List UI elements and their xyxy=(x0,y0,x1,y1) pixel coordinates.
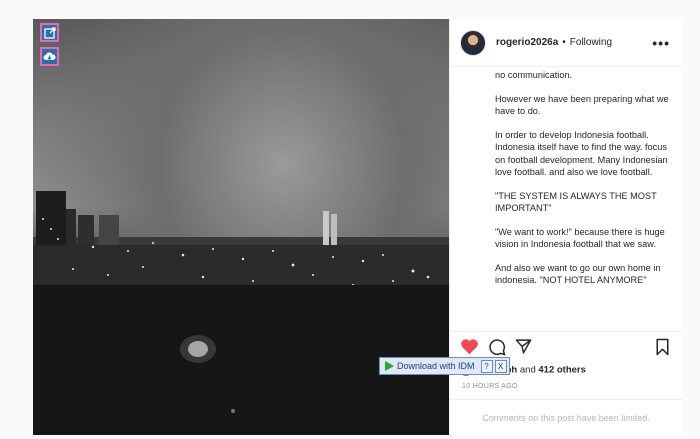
caption-paragraph: However we have been preparing what we h… xyxy=(495,93,669,117)
post-caption: no communication. However we have been p… xyxy=(495,69,670,329)
post-timestamp[interactable]: 10 HOURS AGO xyxy=(462,383,518,390)
caption-paragraph: In order to develop Indonesia football. … xyxy=(495,129,668,178)
idm-download-button[interactable]: Download with IDM xyxy=(380,361,479,371)
play-icon xyxy=(385,361,394,371)
avatar[interactable] xyxy=(460,29,486,56)
open-external-icon xyxy=(43,26,56,39)
username-link[interactable]: rogerio2026a xyxy=(496,37,558,48)
caption-paragraph: "THE SYSTEM IS ALWAYS THE MOST IMPORTANT… xyxy=(495,190,657,214)
separator-dot: • xyxy=(562,37,566,48)
idm-download-label: Download with IDM xyxy=(397,361,475,371)
more-options-icon[interactable]: ••• xyxy=(652,35,670,51)
heart-icon[interactable] xyxy=(460,338,479,355)
cloud-download-icon xyxy=(43,52,56,60)
comment-icon[interactable] xyxy=(488,338,506,356)
share-icon[interactable] xyxy=(515,338,532,355)
idm-download-panel: Download with IDM ? X xyxy=(379,357,510,375)
download-button[interactable] xyxy=(40,47,59,66)
likes-connector: and xyxy=(519,364,536,376)
bookmark-icon[interactable] xyxy=(655,338,670,356)
caption-paragraph: no communication. xyxy=(495,70,573,80)
idm-help-button[interactable]: ? xyxy=(480,359,493,373)
likes-others-link[interactable]: 412 others xyxy=(538,365,586,376)
comments-limited-notice: Comments on this post have been limited. xyxy=(450,399,682,436)
idm-close-button[interactable]: X xyxy=(494,359,507,373)
caption-paragraph: "We want to work!" because there is huge… xyxy=(495,226,665,250)
follow-status-button[interactable]: Following xyxy=(570,37,612,48)
post-header: rogerio2026a • Following ••• xyxy=(450,19,682,67)
caption-paragraph: And also we want to go our own home in i… xyxy=(495,262,661,286)
open-external-button[interactable] xyxy=(40,23,59,42)
